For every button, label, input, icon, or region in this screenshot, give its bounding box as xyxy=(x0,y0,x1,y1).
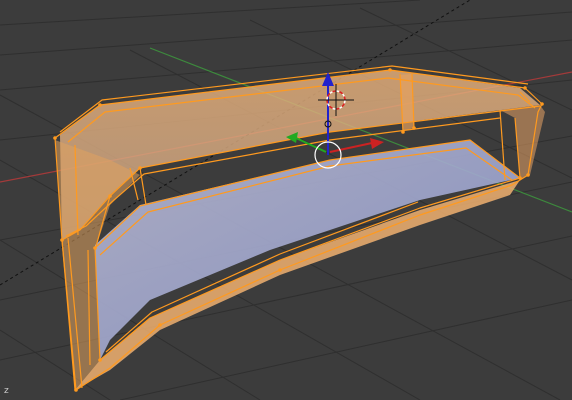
viewport-canvas[interactable] xyxy=(0,0,572,400)
view-axis-label: z xyxy=(4,386,9,396)
3d-viewport[interactable]: z xyxy=(0,0,572,400)
selected-mesh[interactable] xyxy=(53,65,545,392)
x-arrow-head-icon[interactable] xyxy=(370,138,384,149)
